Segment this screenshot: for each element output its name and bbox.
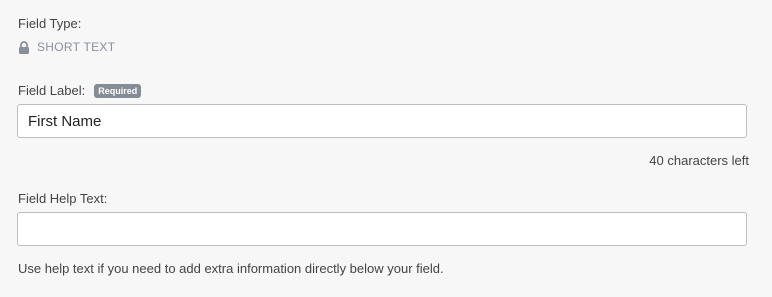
field-label-label: Field Label: (18, 83, 86, 98)
field-type-value: SHORT TEXT (37, 40, 116, 54)
field-help-text-label: Field Help Text: (18, 191, 108, 206)
characters-left-counter: 40 characters left (649, 153, 749, 168)
field-help-text-input[interactable] (17, 212, 747, 246)
field-label-input[interactable] (17, 104, 747, 138)
required-badge: Required (94, 83, 142, 98)
field-type-label: Field Type: (18, 16, 82, 31)
field-type-row: SHORT TEXT (18, 40, 115, 54)
lock-icon (18, 40, 30, 54)
field-label-header: Field Label: Required (18, 83, 142, 98)
help-text-hint: Use help text if you need to add extra i… (18, 261, 444, 276)
